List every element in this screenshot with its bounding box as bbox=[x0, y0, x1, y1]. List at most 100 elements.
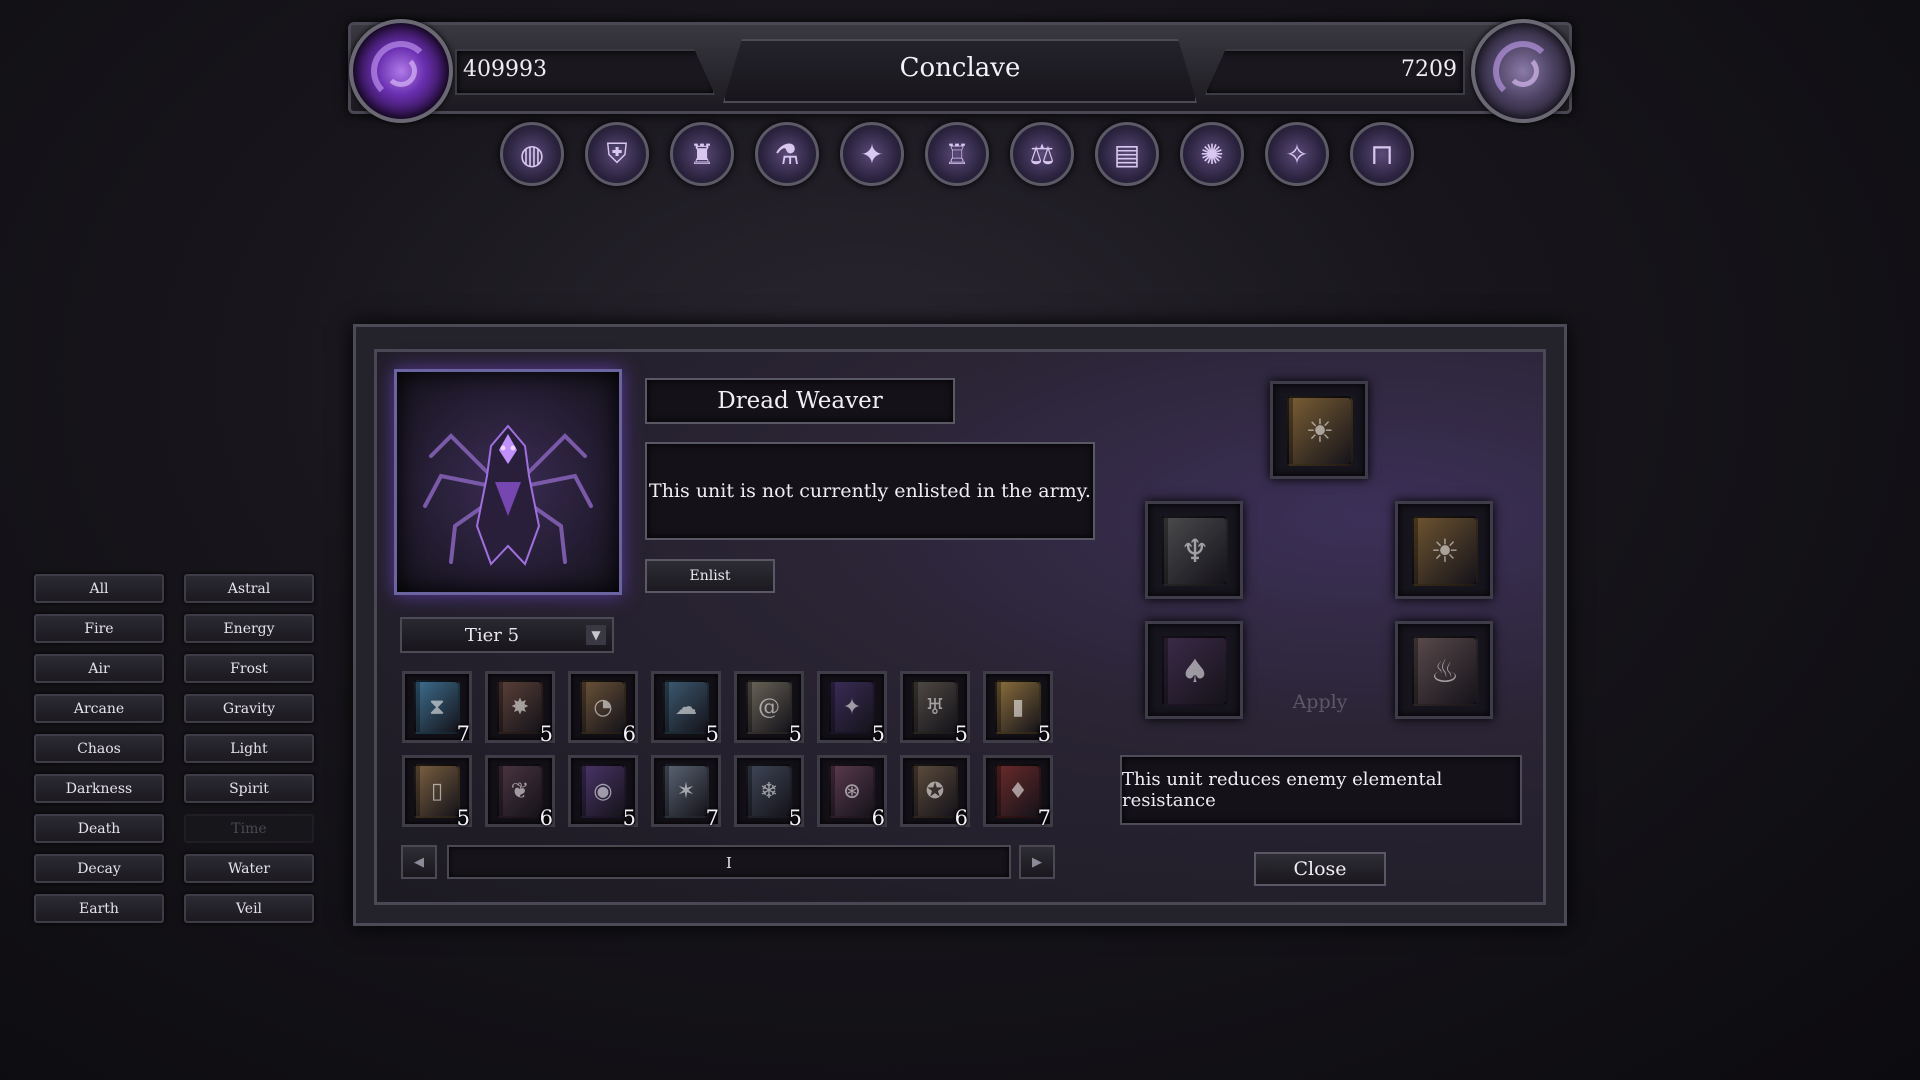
spellbook-slot[interactable]: ☁ 5 bbox=[651, 671, 721, 746]
gold-orb-icon[interactable] bbox=[349, 19, 453, 123]
equipped-tome-slot[interactable]: ♨ bbox=[1395, 621, 1493, 719]
light-tome-icon: ▮ bbox=[995, 680, 1041, 734]
spider-knight-icon bbox=[423, 424, 593, 566]
top-resource-bar: 409993 Conclave 7209 bbox=[348, 19, 1575, 123]
spellbook-slot[interactable]: ✪ 6 bbox=[900, 755, 970, 830]
spellbook-count: 5 bbox=[456, 806, 470, 830]
spellbook-slot[interactable]: ♦ 7 bbox=[983, 755, 1053, 830]
frost-tome-icon: ❄ bbox=[746, 764, 792, 818]
filter-veil-button[interactable]: Veil bbox=[184, 894, 314, 923]
close-button[interactable]: Close bbox=[1254, 852, 1386, 886]
compass-star-icon: ✧ bbox=[1285, 137, 1309, 171]
spellbook-count: 5 bbox=[622, 806, 636, 830]
spellbook-count: 6 bbox=[871, 806, 885, 830]
arcane-sigil-icon: ✺ bbox=[1200, 137, 1224, 171]
enlist-status: This unit is not currently enlisted in t… bbox=[645, 442, 1095, 540]
spellbook-slot[interactable]: ⧗ 7 bbox=[402, 671, 472, 746]
effect-description: This unit reduces enemy elemental resist… bbox=[1120, 755, 1522, 825]
spellbook-count: 5 bbox=[788, 722, 802, 746]
smoke-tome-icon: ♨ bbox=[1412, 636, 1478, 706]
spellbook-slot[interactable]: @5 bbox=[734, 671, 804, 746]
filter-death-button[interactable]: Death bbox=[34, 814, 164, 843]
filter-light-button[interactable]: Light bbox=[184, 734, 314, 763]
spellbook-slot[interactable]: ❦ 6 bbox=[485, 755, 555, 830]
filter-arcane-button[interactable]: Arcane bbox=[34, 694, 164, 723]
ear-tome-icon: ◔ bbox=[580, 680, 626, 734]
nav-arcane-sigil-button[interactable]: ✺ bbox=[1180, 122, 1244, 186]
mana-value: 7209 bbox=[1401, 57, 1457, 82]
spellbook-slot[interactable]: ⊛ 6 bbox=[817, 755, 887, 830]
filter-chaos-button[interactable]: Chaos bbox=[34, 734, 164, 763]
filter-air-button[interactable]: Air bbox=[34, 654, 164, 683]
nav-world-map-button[interactable]: ◍ bbox=[500, 122, 564, 186]
seal-tome-icon: ✪ bbox=[912, 764, 958, 818]
enlist-button[interactable]: Enlist bbox=[645, 559, 775, 593]
tier-select[interactable]: Tier 5 ▼ bbox=[400, 617, 614, 653]
nav-alchemy-flask-button[interactable]: ⚗ bbox=[755, 122, 819, 186]
filter-all-button[interactable]: All bbox=[34, 574, 164, 603]
filter-water-button[interactable]: Water bbox=[184, 854, 314, 883]
world-map-icon: ◍ bbox=[519, 137, 545, 171]
nav-castle-spires-button[interactable]: ♖ bbox=[925, 122, 989, 186]
crimson-tome-icon: ❦ bbox=[497, 764, 543, 818]
parchment-tome-icon: ▯ bbox=[414, 764, 460, 818]
shadow-tome-icon: ♠ bbox=[1162, 636, 1228, 706]
spellbook-slot[interactable]: ✦ 5 bbox=[817, 671, 887, 746]
spellbook-count: 5 bbox=[705, 722, 719, 746]
fire-tome-icon: ✸ bbox=[497, 680, 543, 734]
spellbook-slot[interactable]: ✸ 5 bbox=[485, 671, 555, 746]
spellbook-grid: ⧗ 7 ✸ 5 ◔ 6 ☁ 5 @5 ✦ 5 ♅ 5 ▮ 5 ▯ 5 ❦ 6 ◉ 5 ✶ 7 ❄ 5 ⊛ 6 ✪ 6 ♦ 7 bbox=[402, 671, 1053, 830]
spellbook-count: 5 bbox=[954, 722, 968, 746]
filter-decay-button[interactable]: Decay bbox=[34, 854, 164, 883]
spellbook-slot[interactable]: ❄ 5 bbox=[734, 755, 804, 830]
eclipse-tome-icon: ☀ bbox=[1412, 516, 1478, 586]
spellbook-count: 6 bbox=[622, 722, 636, 746]
equipped-tome-slot[interactable]: ☀ bbox=[1395, 501, 1493, 599]
nav-tome-button[interactable]: ▤ bbox=[1095, 122, 1159, 186]
nav-scales-coins-button[interactable]: ⚖ bbox=[1010, 122, 1074, 186]
filter-astral-button[interactable]: Astral bbox=[184, 574, 314, 603]
star-tome-icon: ✶ bbox=[663, 764, 709, 818]
spellbook-slot[interactable]: ▯ 5 bbox=[402, 755, 472, 830]
nav-compass-star-button[interactable]: ✧ bbox=[1265, 122, 1329, 186]
spellbook-slot[interactable]: ◉ 5 bbox=[568, 755, 638, 830]
filter-fire-button[interactable]: Fire bbox=[34, 614, 164, 643]
chalice-tome-icon: ♅ bbox=[912, 680, 958, 734]
nav-gate-door-button[interactable]: ⊓ bbox=[1350, 122, 1414, 186]
filter-darkness-button[interactable]: Darkness bbox=[34, 774, 164, 803]
spellbook-count: 5 bbox=[788, 806, 802, 830]
spellbook-slot[interactable]: ♅ 5 bbox=[900, 671, 970, 746]
equipped-tome-slot[interactable]: ☀ bbox=[1270, 381, 1368, 479]
spellbook-count: 6 bbox=[539, 806, 553, 830]
equipped-tome-slot[interactable]: ♠ bbox=[1145, 621, 1243, 719]
spell-altar-icon: ✦ bbox=[860, 137, 884, 171]
nav-dark-tower-button[interactable]: ♜ bbox=[670, 122, 734, 186]
equipped-tome-slot[interactable]: ♆ bbox=[1145, 501, 1243, 599]
spellbook-slot[interactable]: ✶ 7 bbox=[651, 755, 721, 830]
filter-energy-button[interactable]: Energy bbox=[184, 614, 314, 643]
spellbook-slot[interactable]: ◔ 6 bbox=[568, 671, 638, 746]
unit-portrait bbox=[394, 369, 622, 595]
filter-earth-button[interactable]: Earth bbox=[34, 894, 164, 923]
spellbook-count: 5 bbox=[539, 722, 553, 746]
spellbook-slot[interactable]: ▮ 5 bbox=[983, 671, 1053, 746]
gold-value: 409993 bbox=[463, 57, 547, 82]
nav-heraldry-shield-button[interactable]: ⛨ bbox=[585, 122, 649, 186]
void-tome-icon: ✦ bbox=[829, 680, 875, 734]
filter-frost-button[interactable]: Frost bbox=[184, 654, 314, 683]
spellbook-count: 5 bbox=[871, 722, 885, 746]
arrow-left-icon: ◀ bbox=[414, 854, 424, 870]
mana-orb-icon[interactable] bbox=[1471, 19, 1575, 123]
blood-tome-icon: ♦ bbox=[995, 764, 1041, 818]
filter-spirit-button[interactable]: Spirit bbox=[184, 774, 314, 803]
apply-button[interactable]: Apply bbox=[1262, 689, 1378, 717]
filter-gravity-button[interactable]: Gravity bbox=[184, 694, 314, 723]
sun-tome-icon: ☀ bbox=[1287, 396, 1353, 466]
spellbook-count: 5 bbox=[1037, 722, 1051, 746]
prev-page-button[interactable]: ◀ bbox=[401, 845, 437, 879]
chevron-down-icon[interactable]: ▼ bbox=[586, 625, 606, 645]
spellbook-count: 7 bbox=[705, 806, 719, 830]
arrow-right-icon: ▶ bbox=[1032, 854, 1042, 870]
nav-spell-altar-button[interactable]: ✦ bbox=[840, 122, 904, 186]
next-page-button[interactable]: ▶ bbox=[1019, 845, 1055, 879]
